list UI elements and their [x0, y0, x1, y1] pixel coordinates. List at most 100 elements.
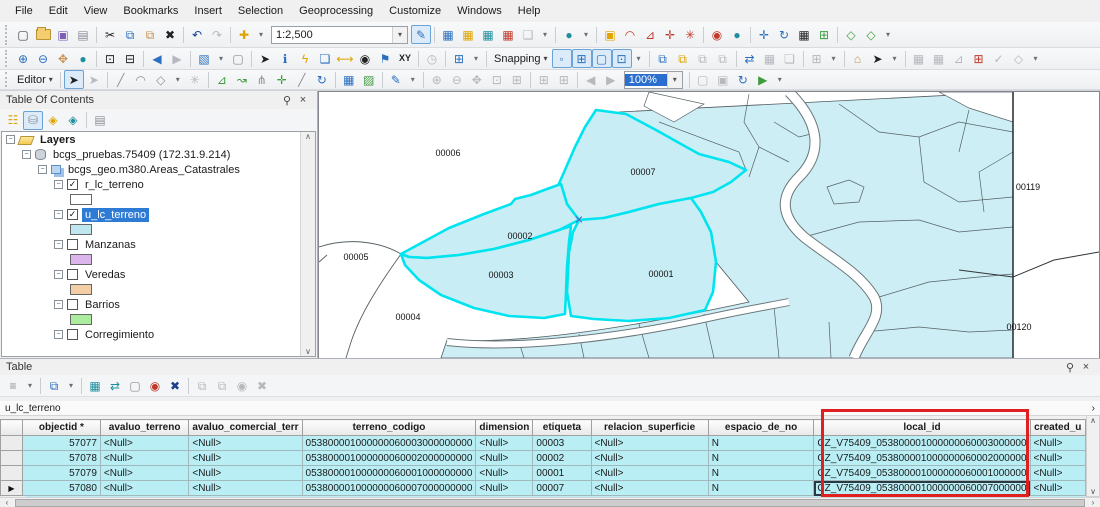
- layout-forward-icon[interactable]: ▶: [601, 70, 621, 89]
- layer-visibility-checkbox[interactable]: ✓: [67, 209, 78, 220]
- row-selector[interactable]: [1, 466, 23, 481]
- topology-generalize-icon[interactable]: ✳: [680, 25, 700, 44]
- find-icon[interactable]: ◉: [355, 49, 375, 68]
- fixed-zoom-out-icon[interactable]: ⊟: [120, 49, 140, 68]
- cell-relacion-superficie[interactable]: <Null>: [591, 436, 708, 451]
- endpoint-arc-icon[interactable]: ◠: [131, 70, 151, 89]
- zoom-to-highlighted-icon[interactable]: ◉: [232, 376, 252, 395]
- cell-avaluo-comercial-terr[interactable]: <Null>: [189, 481, 302, 496]
- cell-relacion-superficie[interactable]: <Null>: [591, 451, 708, 466]
- toolbar-overflow-icon[interactable]: ▾: [579, 25, 593, 44]
- focus-data-frame-icon[interactable]: ▣: [713, 70, 733, 89]
- topology-table-icon[interactable]: ▦: [794, 25, 814, 44]
- clear-selection-icon[interactable]: ▢: [125, 376, 145, 395]
- zoom-out-icon[interactable]: ⊖: [33, 49, 53, 68]
- layer-label[interactable]: u_lc_terreno: [82, 208, 149, 222]
- layout-zoom-out-icon[interactable]: ⊖: [447, 70, 467, 89]
- cell-created-u[interactable]: <Null>: [1030, 481, 1085, 496]
- straight-segment-icon[interactable]: ╱: [111, 70, 131, 89]
- cell-relacion-superficie[interactable]: <Null>: [591, 481, 708, 496]
- list-by-selection-icon[interactable]: ◈: [63, 111, 83, 130]
- fixed-zoom-in-icon[interactable]: ⊡: [100, 49, 120, 68]
- table-hscroll-thumb[interactable]: [15, 499, 1085, 507]
- cell-local-id[interactable]: CZ_V75409_053800001000000060001000000: [814, 466, 1030, 481]
- menu-insert[interactable]: Insert: [187, 2, 229, 20]
- reconcile-icon[interactable]: ⧉: [693, 49, 713, 68]
- cell-dimension[interactable]: <Null>: [476, 436, 533, 451]
- html-popup-icon[interactable]: ❏: [315, 49, 335, 68]
- conflicts-icon[interactable]: ⇄: [740, 49, 760, 68]
- versioning-refresh-icon[interactable]: ⧉: [653, 49, 673, 68]
- column-header-avaluo-comercial-terr[interactable]: avaluo_comercial_terr: [189, 420, 302, 436]
- menu-windows[interactable]: Windows: [450, 2, 509, 20]
- toc-scroll-up-icon[interactable]: ∧: [305, 132, 311, 141]
- cell-etiqueta[interactable]: 00003: [533, 436, 591, 451]
- menu-bookmarks[interactable]: Bookmarks: [116, 2, 185, 20]
- add-table-icon[interactable]: ▦: [458, 25, 478, 44]
- version-changes-icon[interactable]: ▦: [760, 49, 780, 68]
- layer-visibility-checkbox[interactable]: [67, 299, 78, 310]
- row-selector[interactable]: [1, 436, 23, 451]
- cell-espacio-de-no[interactable]: N: [708, 481, 814, 496]
- cell-avaluo-terreno[interactable]: <Null>: [100, 481, 188, 496]
- table-close-icon[interactable]: ×: [1078, 361, 1094, 373]
- parcel-select-icon[interactable]: ➤: [868, 49, 888, 68]
- layer-visibility-checkbox[interactable]: [67, 239, 78, 250]
- edit-tool-icon[interactable]: ➤: [64, 70, 84, 89]
- time-slider-icon[interactable]: ◷: [422, 49, 442, 68]
- toolbar-overflow-icon[interactable]: ▾: [827, 49, 841, 68]
- layer-visibility-checkbox[interactable]: [67, 269, 78, 280]
- menu-view[interactable]: View: [77, 2, 115, 20]
- map-topology-icon[interactable]: ✛: [754, 25, 774, 44]
- parcel-merge-icon[interactable]: ◇: [1009, 49, 1029, 68]
- go-to-xy-icon[interactable]: XY: [395, 49, 415, 68]
- table-scroll-down-icon[interactable]: ∨: [1090, 487, 1096, 496]
- column-header-etiqueta[interactable]: etiqueta: [533, 420, 591, 436]
- layout-fixed-out-icon[interactable]: ⊞: [554, 70, 574, 89]
- toolbar-overflow-icon[interactable]: ▾: [1029, 49, 1043, 68]
- layer-label[interactable]: bcgs_pruebas.75409 (172.31.9.214): [50, 148, 233, 162]
- cell-dimension[interactable]: <Null>: [476, 481, 533, 496]
- column-header-espacio-de-no[interactable]: espacio_de_no: [708, 420, 814, 436]
- construction-dropdown-icon[interactable]: ▾: [171, 70, 185, 89]
- copy-selected-icon[interactable]: ⧉: [192, 376, 212, 395]
- toolbar-overflow-icon[interactable]: ▾: [773, 70, 787, 89]
- parcel-check-icon[interactable]: ✓: [989, 49, 1009, 68]
- topology-curve-icon[interactable]: ◠: [620, 25, 640, 44]
- add-data-icon[interactable]: ✚: [234, 25, 254, 44]
- cell-avaluo-comercial-terr[interactable]: <Null>: [189, 436, 302, 451]
- related-tables-icon[interactable]: ⧉: [44, 376, 64, 395]
- tree-collapse-icon[interactable]: −: [54, 240, 63, 249]
- hyperlink-icon[interactable]: ϟ: [295, 49, 315, 68]
- validate-topology-icon[interactable]: ↻: [774, 25, 794, 44]
- cell-etiqueta[interactable]: 00001: [533, 466, 591, 481]
- topology-move-icon[interactable]: ✛: [660, 25, 680, 44]
- globe-icon[interactable]: ●: [727, 25, 747, 44]
- column-header-created-u[interactable]: created_u: [1030, 420, 1085, 436]
- column-header-objectid-[interactable]: objectid *: [22, 420, 100, 436]
- list-by-source-icon[interactable]: ⛁: [23, 111, 43, 130]
- full-extent-icon[interactable]: ●: [73, 49, 93, 68]
- layout-pan-icon[interactable]: ✥: [467, 70, 487, 89]
- table-pin-icon[interactable]: ⚲: [1062, 361, 1078, 374]
- sketch-properties-icon[interactable]: ▨: [359, 70, 379, 89]
- layer-label[interactable]: Layers: [37, 133, 78, 147]
- cell-etiqueta[interactable]: 00007: [533, 481, 591, 496]
- editor-sketch-icon[interactable]: ✎: [411, 25, 431, 44]
- trace-polygon-icon[interactable]: ◇: [841, 25, 861, 44]
- tree-collapse-icon[interactable]: −: [22, 150, 31, 159]
- layer-label[interactable]: Corregimiento: [82, 328, 157, 342]
- go-back-extent-icon[interactable]: ◀: [147, 49, 167, 68]
- layer-label[interactable]: r_lc_terreno: [82, 178, 147, 192]
- cell-dimension[interactable]: <Null>: [476, 451, 533, 466]
- layout-zoom-combo[interactable]: 100% ▾: [624, 71, 683, 89]
- attribute-grid[interactable]: objectid *avaluo_terrenoavaluo_comercial…: [0, 419, 1086, 497]
- delete-highlighted-icon[interactable]: ✖: [252, 376, 272, 395]
- legend-swatch[interactable]: [70, 224, 92, 235]
- table-hscrollbar[interactable]: ‹ ›: [0, 497, 1100, 507]
- toc-scrollbar[interactable]: ∧ ∨: [300, 132, 315, 356]
- toolbar-overflow-icon[interactable]: ▾: [406, 70, 420, 89]
- refresh-view-icon[interactable]: ↻: [733, 70, 753, 89]
- cell-terreno-codigo[interactable]: 053800001000000060001000000000: [302, 466, 476, 481]
- tree-collapse-icon[interactable]: −: [38, 165, 47, 174]
